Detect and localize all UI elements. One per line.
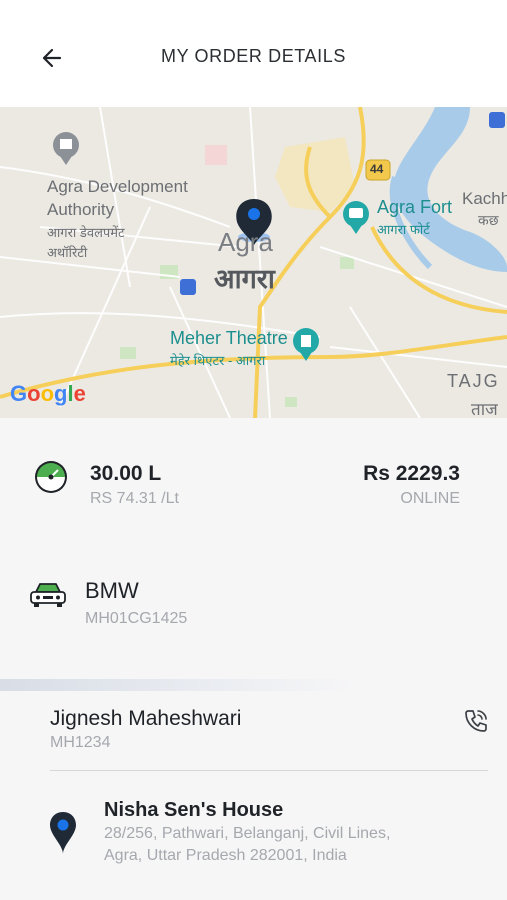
- order-summary: 30.00 L RS 74.31 /Lt Rs 2229.3 ONLINE BM…: [0, 418, 507, 679]
- fuel-quantity: 30.00 L: [90, 462, 162, 485]
- call-phone-icon[interactable]: [462, 707, 490, 740]
- driver-name: Jignesh Maheshwari: [50, 707, 242, 730]
- map-label-agra-fort-hi: आगरा फोर्ट: [377, 222, 430, 237]
- payment-method: ONLINE: [400, 490, 460, 507]
- map-label-meher-hi: मेहेर थिएटर - आगरा: [170, 353, 266, 368]
- map-label-agra-hi: आगरा: [214, 264, 275, 294]
- map-label-ada-hi: आगरा डेवलपमेंट: [47, 225, 125, 240]
- car-icon: [29, 580, 67, 615]
- map-label-kachh: Kachh: [462, 189, 507, 208]
- address-line-2: Agra, Uttar Pradesh 282001, India: [104, 847, 347, 864]
- fuel-rate: RS 74.31 /Lt: [90, 490, 179, 507]
- driver-address-section: Jignesh Maheshwari MH1234 Nisha Sen's Ho…: [0, 691, 507, 900]
- map-view[interactable]: Agra Development Authority आगरा डेवलपमें…: [0, 107, 507, 418]
- map-label-meher: Meher Theatre: [170, 328, 288, 348]
- map-label-ada: Agra Development: [47, 177, 188, 196]
- location-pin-icon: [49, 811, 77, 860]
- map-label-agra: Agra: [218, 227, 273, 257]
- google-logo: Google: [10, 381, 86, 406]
- address-line-1: 28/256, Pathwari, Belanganj, Civil Lines…: [104, 825, 391, 842]
- address-title: Nisha Sen's House: [104, 799, 284, 821]
- map-label-ada-2: Authority: [47, 200, 115, 219]
- page-title: MY ORDER DETAILS: [161, 46, 346, 66]
- map-label-agra-fort: Agra Fort: [377, 197, 453, 217]
- map-label-taj-hi: ताज: [471, 400, 498, 418]
- map-label-taj: TAJG: [447, 371, 500, 391]
- order-amount: Rs 2229.3: [363, 462, 460, 485]
- highway-shield: 44: [370, 162, 384, 176]
- section-separator: [0, 679, 507, 691]
- vehicle-plate: MH01CG1425: [85, 610, 188, 627]
- map-label-kachh-hi: कछ: [478, 212, 499, 228]
- vehicle-name: BMW: [85, 578, 139, 603]
- divider: [50, 770, 488, 771]
- gauge-icon: [34, 460, 68, 499]
- map-label-ada-hi-2: अथॉरिटी: [47, 245, 88, 260]
- driver-id: MH1234: [50, 734, 111, 751]
- app-header: MY ORDER DETAILS: [0, 0, 507, 107]
